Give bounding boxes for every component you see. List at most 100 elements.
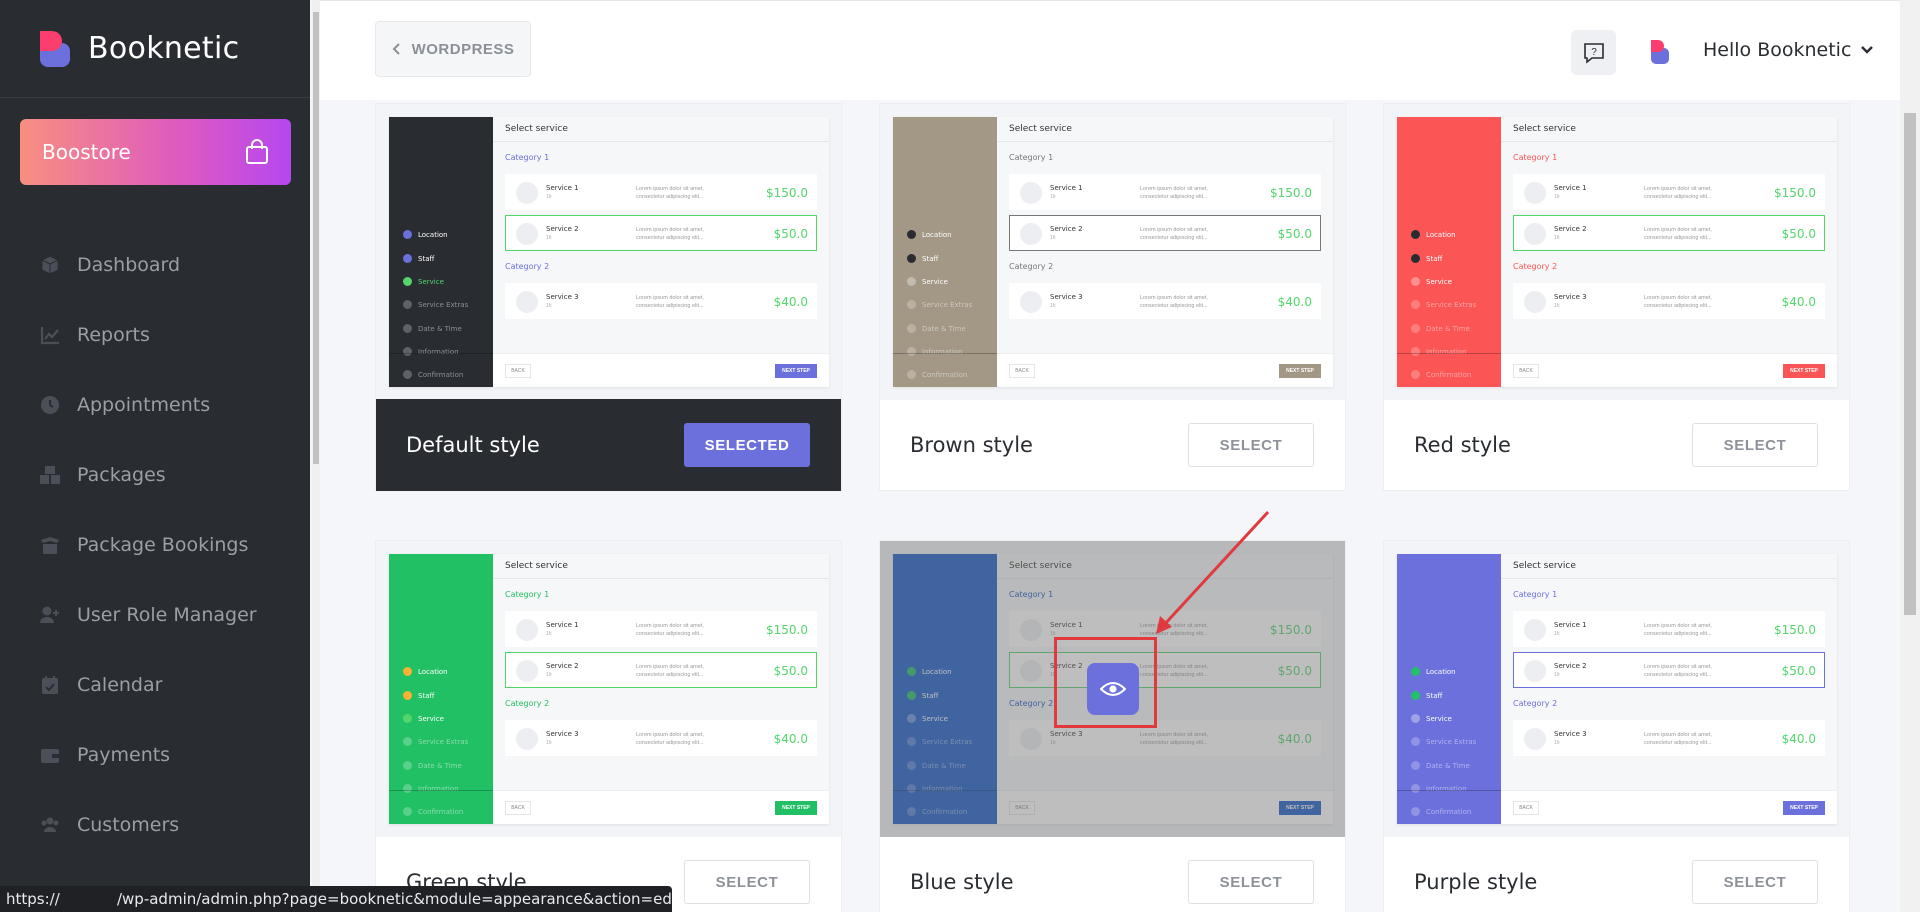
preview-service-row: Service 2 1h Lorem ipsum dolor sit amet, co…: [505, 215, 817, 251]
service-image-icon: [516, 223, 538, 245]
service-duration: 1h: [1050, 194, 1056, 200]
style-card-purple-style[interactable]: Location Staff Service Service Extras Date &…: [1383, 540, 1850, 912]
page-scrollbar[interactable]: [1900, 0, 1920, 912]
preview-back-button: BACK: [1513, 364, 1539, 378]
preview-back-button: BACK: [1513, 801, 1539, 815]
preview-step-label: Staff: [418, 254, 435, 263]
preview-step: Service: [907, 277, 948, 286]
preview-step-label: Service Extras: [418, 300, 469, 309]
preview-service-row: Service 1 1h Lorem ipsum dolor sit amet, co…: [1513, 174, 1825, 210]
selected-button[interactable]: SELECTED: [684, 423, 810, 467]
style-preview[interactable]: Location Staff Service Service Extras Date &…: [880, 104, 1345, 400]
service-name: Service 2: [546, 662, 579, 670]
service-description-line: Lorem ipsum dolor sit amet,: [1644, 623, 1712, 629]
preview-service-row: Service 3 1h Lorem ipsum dolor sit amet, co…: [1513, 720, 1825, 756]
service-price: $40.0: [1277, 295, 1312, 309]
service-name: Service 1: [1554, 621, 1587, 629]
user-menu-dropdown[interactable]: Hello Booknetic: [1703, 39, 1874, 61]
service-price: $150.0: [1270, 186, 1312, 200]
preview-category-label: Category 1: [1513, 590, 1558, 599]
service-image-icon: [516, 291, 538, 313]
service-description-line: consectetur adipiscing elit...: [636, 303, 704, 309]
sidebar-item-payments[interactable]: Payments: [0, 720, 310, 790]
service-description-line: consectetur adipiscing elit...: [636, 672, 704, 678]
service-description-line: consectetur adipiscing elit...: [1644, 194, 1712, 200]
preview-service-row: Service 2 1h Lorem ipsum dolor sit amet, co…: [1513, 652, 1825, 688]
preview-footer: BACK NEXT STEP: [493, 790, 829, 824]
preview-step: Date & Time: [1411, 761, 1470, 770]
service-duration: 1h: [546, 235, 552, 241]
help-button[interactable]: ?: [1571, 30, 1616, 75]
sidebar-item-dashboard[interactable]: Dashboard: [0, 230, 310, 300]
style-name: Default style: [406, 433, 540, 457]
style-card-red-style[interactable]: Location Staff Service Service Extras Date &…: [1383, 103, 1850, 491]
preview-step: Service Extras: [403, 737, 468, 746]
check-icon: [1411, 230, 1420, 239]
sidebar-item-user-role-manager[interactable]: User Role Manager: [0, 580, 310, 650]
brand[interactable]: Booknetic: [0, 0, 310, 98]
preview-sidebar-footer: [389, 353, 493, 387]
top-header: WORDPRESS ? Hello Booknetic: [320, 0, 1900, 100]
style-preview[interactable]: Location Staff Service Service Extras Date &…: [1384, 541, 1849, 837]
preview-step-label: Location: [1426, 667, 1456, 676]
sidebar-item-reports[interactable]: Reports: [0, 300, 310, 370]
service-name: Service 1: [546, 184, 579, 192]
preview-step: Location: [403, 667, 448, 676]
preview-step-label: Location: [1426, 230, 1456, 239]
service-description-line: consectetur adipiscing elit...: [636, 631, 704, 637]
preview-service-row: Service 2 1h Lorem ipsum dolor sit amet, co…: [1513, 215, 1825, 251]
service-description-line: Lorem ipsum dolor sit amet,: [636, 186, 704, 192]
service-name: Service 1: [546, 621, 579, 629]
style-preview[interactable]: Location Staff Service Service Extras Date &…: [376, 104, 841, 400]
select-button[interactable]: SELECT: [1692, 423, 1818, 467]
preview-title: Select service: [505, 124, 568, 134]
service-description: Lorem ipsum dolor sit amet, consectetur a…: [636, 294, 726, 310]
preview-divider: [1501, 578, 1837, 579]
service-duration: 1h: [1554, 740, 1560, 746]
select-button[interactable]: SELECT: [1188, 423, 1314, 467]
select-button[interactable]: SELECT: [684, 860, 810, 904]
back-to-wordpress-button[interactable]: WORDPRESS: [375, 21, 531, 77]
calendar-check-icon: [42, 676, 58, 694]
style-card-green-style[interactable]: Location Staff Service Service Extras Date &…: [375, 540, 842, 912]
step-number-icon: [403, 761, 412, 770]
style-card-default-style[interactable]: Location Staff Service Service Extras Date &…: [375, 103, 842, 491]
service-image-icon: [516, 728, 538, 750]
boostore-button[interactable]: Boostore: [20, 119, 291, 185]
preview-category-label: Category 1: [505, 153, 550, 162]
preview-footer: BACK NEXT STEP: [1501, 353, 1837, 387]
sidebar-scrollbar-thumb[interactable]: [313, 12, 319, 464]
page-scrollbar-thumb[interactable]: [1904, 113, 1916, 615]
preview-next-step-button: NEXT STEP: [775, 364, 817, 378]
style-card-brown-style[interactable]: Location Staff Service Service Extras Date &…: [879, 103, 1346, 491]
sidebar-item-appointments[interactable]: Appointments: [0, 370, 310, 440]
check-icon: [1411, 254, 1420, 263]
sidebar: Booknetic Boostore Dashboard Reports App…: [0, 0, 310, 912]
sidebar-item-calendar[interactable]: Calendar: [0, 650, 310, 720]
preview-step: Location: [1411, 667, 1456, 676]
select-button[interactable]: SELECT: [1188, 860, 1314, 904]
service-name: Service 3: [1050, 293, 1083, 301]
service-duration: 1h: [1554, 235, 1560, 241]
booking-panel-preview: Location Staff Service Service Extras Date &…: [389, 117, 829, 387]
preview-title: Select service: [505, 561, 568, 571]
service-name: Service 2: [1554, 225, 1587, 233]
preview-step-label: Staff: [418, 691, 435, 700]
sidebar-item-customers[interactable]: Customers: [0, 790, 310, 860]
sidebar-item-package-bookings[interactable]: Package Bookings: [0, 510, 310, 580]
service-description-line: Lorem ipsum dolor sit amet,: [1140, 295, 1208, 301]
preview-main: Select service Category 1 Category 2 Servic…: [1501, 117, 1837, 387]
style-preview[interactable]: Location Staff Service Service Extras Date &…: [1384, 104, 1849, 400]
preview-next-step-button: NEXT STEP: [1783, 364, 1825, 378]
style-preview[interactable]: Location Staff Service Service Extras Date &…: [376, 541, 841, 837]
sidebar-item-packages[interactable]: Packages: [0, 440, 310, 510]
service-description-line: Lorem ipsum dolor sit amet,: [636, 623, 704, 629]
select-button[interactable]: SELECT: [1692, 860, 1818, 904]
user-avatar-icon[interactable]: [1650, 39, 1670, 65]
preview-step-label: Service: [418, 714, 444, 723]
preview-next-step-button: NEXT STEP: [775, 801, 817, 815]
check-icon: [403, 667, 412, 676]
preview-service-row: Service 1 1h Lorem ipsum dolor sit amet, co…: [505, 611, 817, 647]
check-icon: [403, 691, 412, 700]
sidebar-scrollbar[interactable]: [312, 0, 320, 912]
